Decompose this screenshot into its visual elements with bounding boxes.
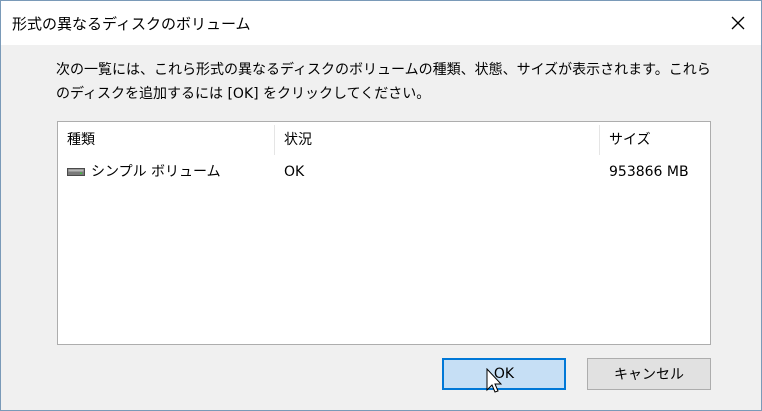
dialog-title: 形式の異なるディスクのボリューム: [12, 15, 251, 33]
list-header: 種類 状況 サイズ: [58, 122, 710, 158]
list-item[interactable]: シンプル ボリューム OK 953866 MB: [58, 158, 710, 186]
volume-type: シンプル ボリューム: [91, 164, 221, 180]
foreign-disk-volumes-dialog: 形式の異なるディスクのボリューム 次の一覧には、これら形式の異なるディスクのボリ…: [0, 0, 762, 411]
cancel-button[interactable]: キャンセル: [587, 358, 711, 390]
column-header-type[interactable]: 種類: [58, 122, 274, 158]
column-header-size[interactable]: サイズ: [600, 122, 708, 158]
column-header-status[interactable]: 状況: [275, 122, 599, 158]
volume-size: 953866 MB: [609, 164, 689, 180]
volume-status: OK: [284, 164, 305, 180]
close-icon: [731, 16, 745, 30]
description-text: 次の一覧には、これら形式の異なるディスクのボリュームの種類、状態、サイズが表示さ…: [56, 62, 711, 102]
mouse-pointer-icon: [486, 368, 502, 393]
title-bar: 形式の異なるディスクのボリューム: [1, 1, 761, 45]
volume-list[interactable]: 種類 状況 サイズ シンプル ボリューム OK 953866 MB: [57, 121, 711, 345]
ok-button[interactable]: OK: [442, 358, 566, 390]
close-button[interactable]: [715, 1, 761, 45]
disk-icon: [67, 168, 85, 176]
